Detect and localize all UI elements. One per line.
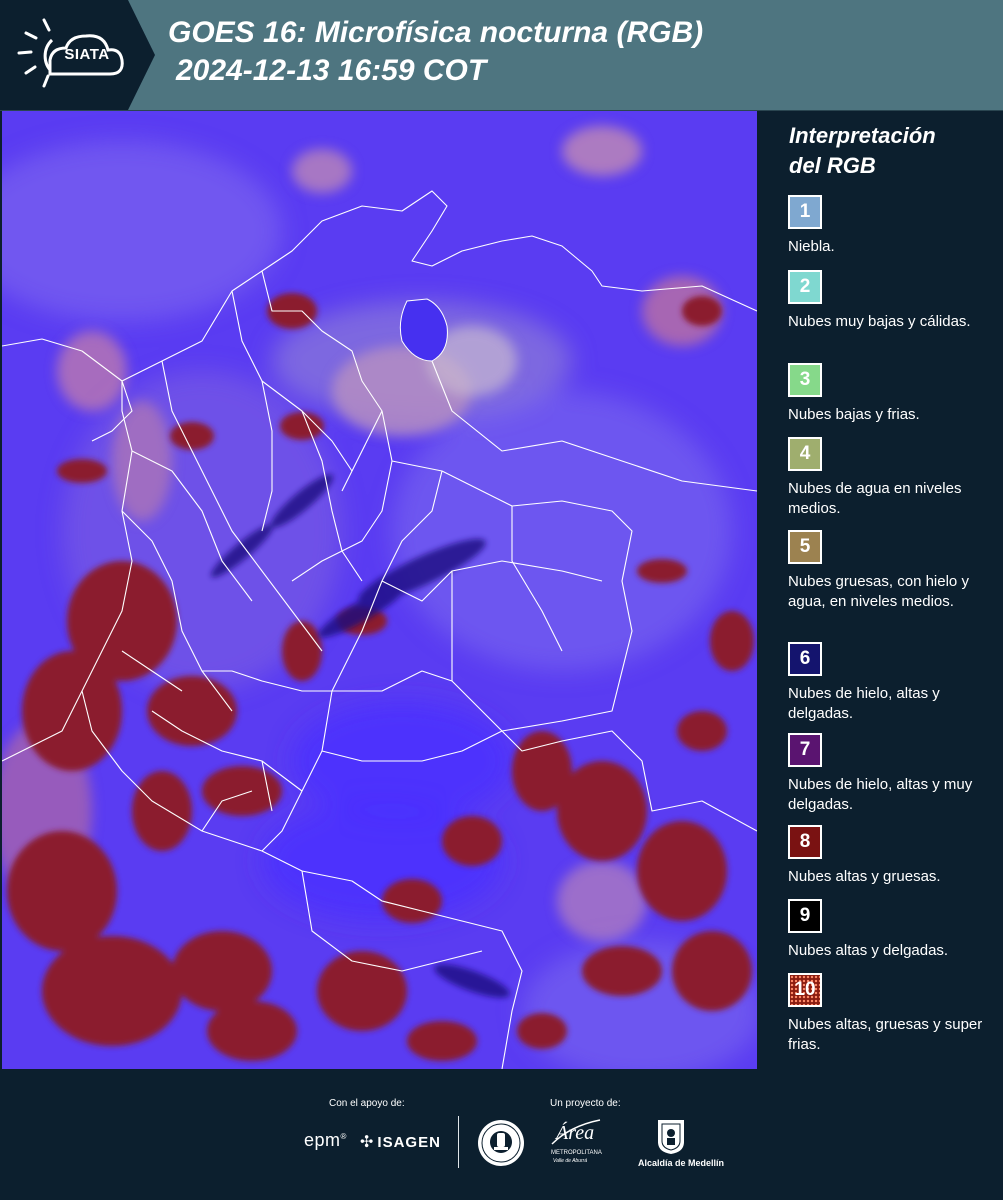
legend-swatch: 1	[788, 195, 822, 229]
legend-item-7: 7 Nubes de hielo, altas y muy delgadas.	[788, 733, 993, 815]
isagen-logo-text: ISAGEN	[377, 1134, 441, 1151]
siata-logo: SIATA	[0, 0, 155, 110]
rgb-legend: Interpretación del RGB 1 Niebla. 2 Nubes…	[762, 111, 998, 1069]
legend-title-line-1: Interpretación	[789, 123, 936, 148]
legend-item-5: 5 Nubes gruesas, con hielo y agua, en ni…	[788, 530, 993, 612]
page-title: GOES 16: Microfísica nocturna (RGB) 2024…	[168, 14, 703, 90]
alcaldia-medellin-logo: Alcaldía de Medellín	[638, 1118, 724, 1174]
legend-swatch: 2	[788, 270, 822, 304]
legend-label: Nubes de hielo, altas y muy delgadas.	[788, 776, 973, 813]
legend-item-2: 2 Nubes muy bajas y cálidas.	[788, 270, 993, 332]
epm-logo: epm®	[304, 1130, 347, 1151]
area-logo-subtitle-2: Valle de Aburrá	[553, 1158, 588, 1164]
footer: Con el apoyo de: Un proyecto de: epm® ✣ I…	[0, 1070, 1003, 1200]
legend-swatch: 6	[788, 642, 822, 676]
legend-swatch: 4	[788, 437, 822, 471]
header: SIATA GOES 16: Microfísica nocturna (RGB…	[0, 0, 1003, 111]
area-logo-text: Área	[556, 1122, 595, 1144]
legend-item-8: 8 Nubes altas y gruesas.	[788, 825, 993, 887]
area-metropolitana-logo: Área METROPOLITANA Valle de Aburrá	[550, 1118, 602, 1168]
legend-label: Niebla.	[788, 238, 835, 255]
legend-swatch: 5	[788, 530, 822, 564]
isagen-logo: ✣ ISAGEN	[360, 1132, 441, 1152]
legend-item-1: 1 Niebla.	[788, 195, 993, 257]
area-logo-subtitle: METROPOLITANA	[551, 1150, 602, 1156]
legend-label: Nubes bajas y frias.	[788, 406, 920, 423]
legend-swatch: 9	[788, 899, 822, 933]
medellin-crest-icon	[658, 1120, 684, 1154]
seal-icon	[478, 1120, 524, 1166]
isagen-mark-icon: ✣	[360, 1134, 375, 1151]
legend-label: Nubes muy bajas y cálidas.	[788, 313, 971, 330]
support-label: Con el apoyo de:	[329, 1098, 405, 1109]
legend-swatch: 7	[788, 733, 822, 767]
legend-title-line-2: del RGB	[789, 153, 876, 178]
legend-swatch: 8	[788, 825, 822, 859]
footer-divider	[458, 1116, 459, 1168]
epm-logo-text: epm	[304, 1130, 341, 1150]
legend-item-9: 9 Nubes altas y delgadas.	[788, 899, 993, 961]
title-line-1: GOES 16: Microfísica nocturna (RGB)	[168, 16, 704, 49]
legend-item-10: 10 Nubes altas, gruesas y super frias.	[788, 973, 993, 1055]
project-label: Un proyecto de:	[550, 1098, 621, 1109]
legend-swatch: 10	[788, 973, 822, 1007]
legend-label: Nubes altas, gruesas y super frias.	[788, 1016, 983, 1053]
legend-label: Nubes altas y delgadas.	[788, 942, 949, 959]
medellin-logo-text: Alcaldía de Medellín	[638, 1158, 725, 1168]
legend-label: Nubes altas y gruesas.	[788, 868, 941, 885]
epm-registered-mark: ®	[340, 1132, 347, 1141]
legend-item-4: 4 Nubes de agua en niveles medios.	[788, 437, 993, 519]
legend-swatch: 3	[788, 363, 822, 397]
legend-label: Nubes de agua en niveles medios.	[788, 480, 962, 517]
legend-item-6: 6 Nubes de hielo, altas y delgadas.	[788, 642, 993, 724]
legend-title: Interpretación del RGB	[789, 121, 994, 181]
legend-item-3: 3 Nubes bajas y frias.	[788, 363, 993, 425]
legend-label: Nubes gruesas, con hielo y agua, en nive…	[788, 573, 969, 610]
title-line-2: 2024-12-13 16:59 COT	[176, 54, 487, 87]
logo-text: SIATA	[64, 46, 110, 63]
satellite-image	[2, 111, 757, 1069]
legend-label: Nubes de hielo, altas y delgadas.	[788, 685, 940, 722]
satellite-map	[2, 111, 757, 1069]
